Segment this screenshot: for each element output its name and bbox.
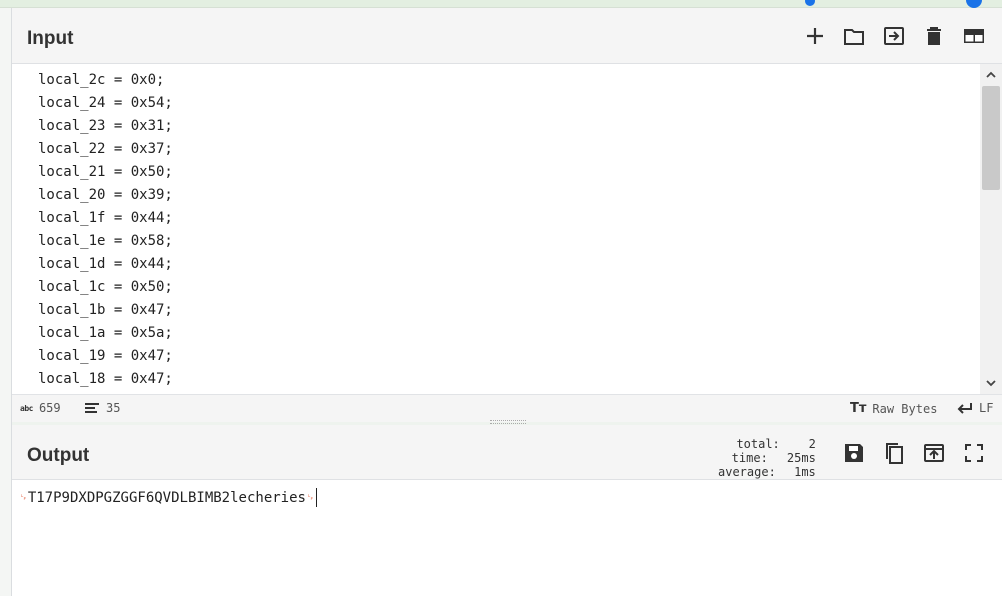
input-title: Input bbox=[27, 28, 74, 49]
copy-output-button[interactable] bbox=[879, 438, 909, 468]
time-value: 25ms bbox=[786, 451, 816, 465]
output-title: Output bbox=[27, 445, 90, 466]
reset-layout-button[interactable] bbox=[959, 21, 989, 51]
control-char-start: ␊ bbox=[19, 490, 28, 504]
control-char-end: ␊ bbox=[305, 490, 315, 504]
input-line: local_1c = 0x50; bbox=[38, 279, 173, 295]
copy-icon bbox=[886, 443, 903, 464]
replace-input-icon bbox=[924, 444, 944, 462]
input-line: local_1e = 0x58; bbox=[38, 233, 173, 249]
input-line: local_20 = 0x39; bbox=[38, 187, 173, 203]
encoding-selector[interactable]: Tт Raw Bytes bbox=[850, 401, 937, 416]
maximise-icon bbox=[965, 444, 983, 462]
delete-icon bbox=[927, 27, 941, 45]
chars-icon: abc bbox=[20, 403, 33, 413]
output-header: Output total: 2 time: 25ms average: 1ms bbox=[12, 425, 1002, 480]
eol-selector[interactable]: LF bbox=[957, 401, 993, 415]
input-line: local_23 = 0x31; bbox=[38, 118, 173, 134]
add-icon bbox=[807, 28, 823, 44]
clear-input-button[interactable] bbox=[919, 21, 949, 51]
input-header: Input bbox=[12, 8, 1002, 64]
output-stats: total: 2 time: 25ms average: 1ms bbox=[718, 437, 816, 479]
eol-label: LF bbox=[979, 401, 994, 415]
input-line: local_19 = 0x47; bbox=[38, 348, 173, 364]
input-pane: Input local_2c = 0x0; local_24 = 0x54; l… bbox=[12, 8, 1002, 422]
replace-input-button[interactable] bbox=[919, 438, 949, 468]
lines-icon bbox=[85, 403, 99, 413]
char-count-value: 659 bbox=[38, 401, 61, 415]
open-folder-icon bbox=[844, 29, 864, 45]
input-line: local_21 = 0x50; bbox=[38, 164, 173, 180]
layout-icon bbox=[964, 29, 984, 43]
open-input-button[interactable] bbox=[879, 21, 909, 51]
scroll-down-icon[interactable] bbox=[982, 374, 1000, 392]
input-line: local_18 = 0x47; bbox=[38, 371, 173, 387]
scroll-up-icon[interactable] bbox=[982, 66, 1000, 84]
input-line: local_1d = 0x44; bbox=[38, 256, 173, 272]
input-line: local_1f = 0x44; bbox=[38, 210, 173, 226]
open-file-button[interactable] bbox=[839, 21, 869, 51]
input-scrollbar[interactable] bbox=[980, 64, 1002, 394]
encoding-label: Raw Bytes bbox=[872, 401, 938, 416]
top-strip bbox=[0, 0, 1002, 8]
input-line: local_22 = 0x37; bbox=[38, 141, 173, 157]
line-count: 35 bbox=[84, 401, 120, 415]
input-line: local_1b = 0x47; bbox=[38, 302, 173, 318]
input-line: local_24 = 0x54; bbox=[38, 95, 173, 111]
maximise-output-button[interactable] bbox=[959, 438, 989, 468]
text-cursor bbox=[315, 488, 317, 507]
output-value: T17P9DXDPGZGGF6QVDLBIMB2lecheries bbox=[27, 489, 306, 506]
help-icon[interactable] bbox=[966, 0, 982, 8]
pane-resize-handle[interactable] bbox=[490, 420, 526, 424]
input-editor[interactable]: local_2c = 0x0; local_24 = 0x54; local_2… bbox=[12, 64, 980, 394]
average-label: average: bbox=[718, 465, 776, 479]
return-icon bbox=[957, 403, 972, 414]
top-toolbar-icon[interactable] bbox=[805, 0, 815, 6]
input-line: local_2c = 0x0; bbox=[38, 72, 165, 88]
operations-sidebar-edge bbox=[0, 8, 12, 596]
input-line: local_1a = 0x5a; bbox=[38, 325, 173, 341]
save-output-button[interactable] bbox=[839, 438, 869, 468]
total-label: total: bbox=[736, 437, 780, 451]
output-pane: Output total: 2 time: 25ms average: 1ms bbox=[12, 425, 1002, 596]
text-encoding-icon: Tт bbox=[850, 401, 867, 416]
import-icon bbox=[884, 27, 904, 45]
char-count: abc 659 bbox=[20, 401, 61, 415]
add-input-button[interactable] bbox=[800, 21, 830, 51]
time-label: time: bbox=[731, 451, 768, 465]
input-status-bar: abc 659 35 Tт Raw Bytes LF bbox=[12, 394, 1002, 422]
line-count-value: 35 bbox=[106, 401, 121, 415]
scrollbar-thumb[interactable] bbox=[982, 86, 1000, 190]
total-value: 2 bbox=[808, 437, 816, 451]
save-icon bbox=[845, 444, 863, 462]
output-content[interactable]: ␊ T17P9DXDPGZGGF6QVDLBIMB2lecheries ␊ bbox=[19, 488, 317, 507]
average-value: 1ms bbox=[794, 465, 816, 479]
